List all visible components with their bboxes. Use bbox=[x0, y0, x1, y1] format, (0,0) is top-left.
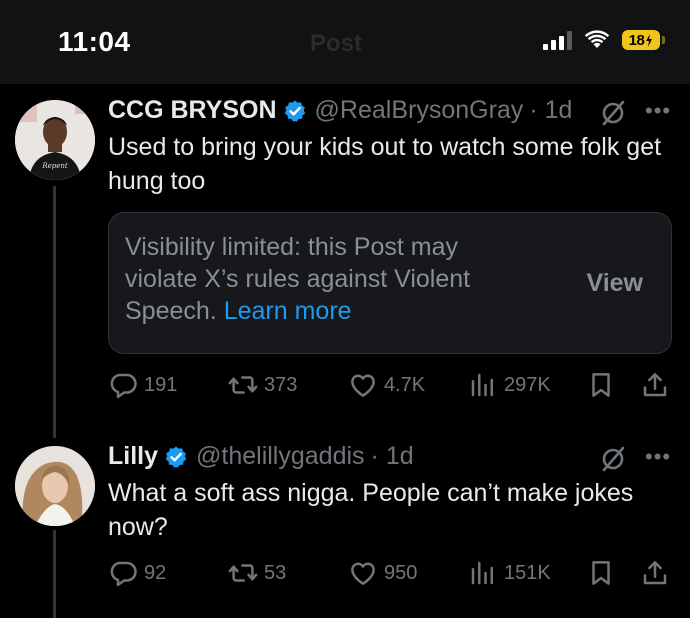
status-bar: 11:04 Post 18 bbox=[0, 0, 690, 84]
repost-count: 373 bbox=[264, 373, 298, 396]
like-button[interactable]: 950 bbox=[348, 558, 417, 588]
wifi-icon bbox=[584, 30, 610, 48]
author-handle[interactable]: @thelillygaddis bbox=[196, 442, 365, 471]
tweet-header: CCG BRYSON @RealBrysonGray · 1d bbox=[108, 96, 572, 125]
view-count: 297K bbox=[504, 373, 551, 396]
avatar[interactable]: Repent bbox=[15, 100, 95, 180]
bookmark-icon bbox=[592, 561, 610, 585]
avatar[interactable] bbox=[15, 446, 95, 526]
analytics-icon bbox=[471, 561, 493, 585]
view-button[interactable]: View bbox=[586, 269, 643, 298]
repost-count: 53 bbox=[264, 561, 287, 584]
share-button[interactable] bbox=[640, 370, 670, 400]
view-count: 151K bbox=[504, 561, 551, 584]
views-button[interactable]: 151K bbox=[468, 558, 551, 588]
share-button[interactable] bbox=[640, 558, 670, 588]
like-count: 950 bbox=[384, 561, 418, 584]
verified-badge-icon bbox=[164, 445, 188, 469]
repost-icon bbox=[228, 564, 258, 582]
tweet-text: What a soft ass nigga. People can’t make… bbox=[108, 479, 634, 541]
visibility-notice: Visibility limited: this Post may violat… bbox=[108, 212, 672, 354]
thread-line bbox=[53, 186, 56, 438]
visibility-notice-text: Visibility limited: this Post may violat… bbox=[125, 231, 525, 327]
header-title: Post bbox=[310, 30, 363, 57]
repost-icon bbox=[228, 376, 258, 394]
thread-line bbox=[53, 530, 56, 618]
share-icon bbox=[643, 561, 667, 585]
grok-icon[interactable] bbox=[598, 98, 628, 133]
repost-button[interactable]: 373 bbox=[228, 370, 297, 400]
battery-icon: 18 bbox=[622, 30, 665, 50]
heart-icon bbox=[351, 374, 375, 397]
svg-text:Repent: Repent bbox=[41, 162, 68, 170]
author-name[interactable]: CCG BRYSON bbox=[108, 96, 277, 125]
share-icon bbox=[643, 373, 667, 397]
action-bar: 191 373 4.7K 297K bbox=[108, 370, 672, 402]
post-timestamp[interactable]: · 1d bbox=[371, 442, 414, 471]
reply-count: 92 bbox=[144, 561, 167, 584]
reply-icon bbox=[110, 561, 137, 587]
learn-more-link[interactable]: Learn more bbox=[224, 297, 352, 325]
reply-count: 191 bbox=[144, 373, 178, 396]
like-button[interactable]: 4.7K bbox=[348, 370, 425, 400]
views-button[interactable]: 297K bbox=[468, 370, 551, 400]
action-bar: 92 53 950 151K bbox=[108, 558, 672, 590]
post-timestamp[interactable]: · 1d bbox=[529, 96, 572, 125]
status-indicators: 18 bbox=[543, 30, 665, 50]
grok-icon[interactable] bbox=[598, 444, 628, 479]
more-options-icon[interactable]: ••• bbox=[645, 444, 671, 470]
like-count: 4.7K bbox=[384, 373, 426, 396]
reply-icon bbox=[110, 373, 137, 399]
verified-badge-icon bbox=[283, 99, 307, 123]
reply-button[interactable]: 191 bbox=[108, 370, 177, 400]
tweet-text: Used to bring your kids out to watch som… bbox=[108, 133, 662, 195]
more-options-icon[interactable]: ••• bbox=[645, 98, 671, 124]
reply-button[interactable]: 92 bbox=[108, 558, 166, 588]
cellular-signal-icon bbox=[543, 30, 572, 50]
analytics-icon bbox=[471, 373, 493, 397]
tweet-header: Lilly @thelillygaddis · 1d bbox=[108, 442, 414, 471]
status-time: 11:04 bbox=[58, 26, 131, 57]
bookmark-button[interactable] bbox=[586, 558, 616, 588]
bookmark-button[interactable] bbox=[586, 370, 616, 400]
bookmark-icon bbox=[592, 373, 610, 397]
repost-button[interactable]: 53 bbox=[228, 558, 286, 588]
battery-level: 18 bbox=[628, 31, 645, 49]
author-handle[interactable]: @RealBrysonGray bbox=[315, 96, 524, 125]
heart-icon bbox=[351, 562, 375, 585]
author-name[interactable]: Lilly bbox=[108, 442, 158, 471]
